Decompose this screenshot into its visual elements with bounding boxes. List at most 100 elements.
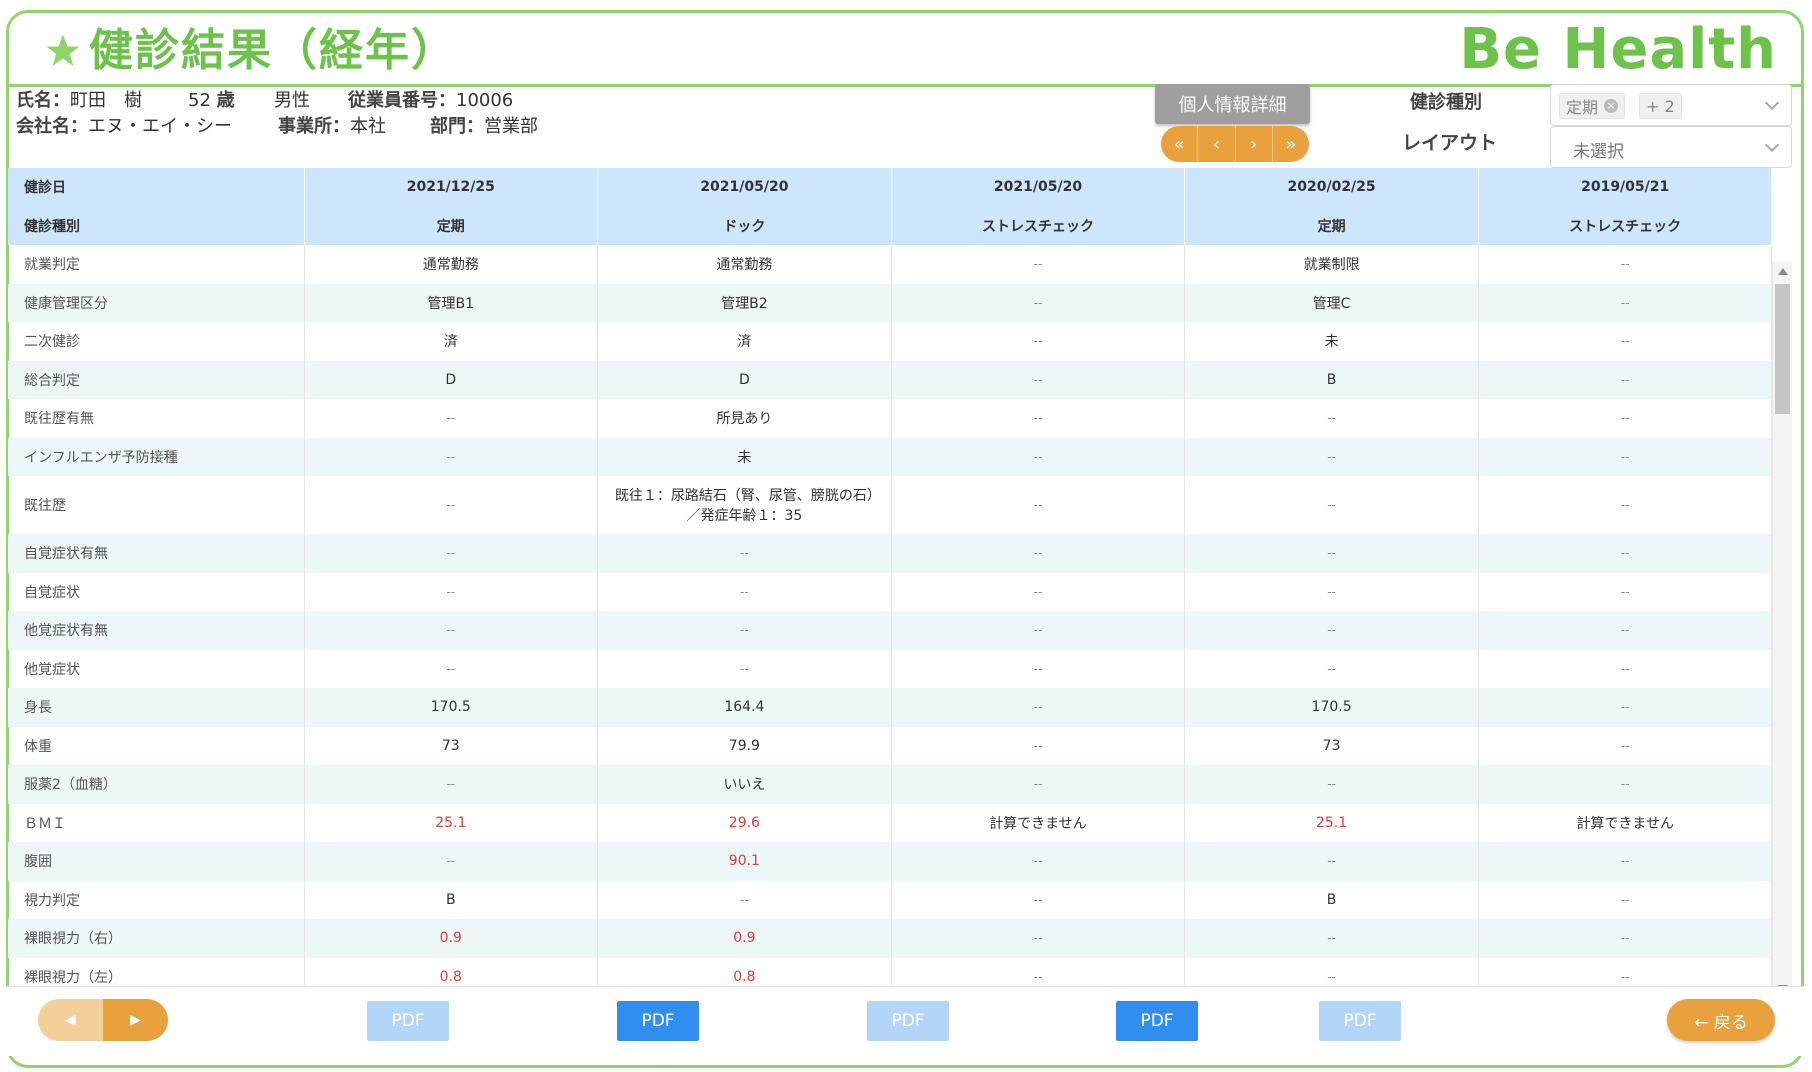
table-cell: 管理B2 — [597, 283, 892, 322]
row-label: インフルエンザ予防接種 — [8, 437, 305, 476]
next-page-button[interactable]: › — [1236, 126, 1273, 162]
checkup-type-select[interactable]: 定期 × + 2 — [1550, 84, 1792, 126]
table-scrollbar[interactable] — [1772, 262, 1792, 998]
prev-arrow-button[interactable]: ◀ — [38, 999, 103, 1041]
table-cell: 25.1 — [304, 803, 599, 842]
row-label: 服薬2（血糖） — [8, 765, 305, 804]
scroll-up-arrow-icon[interactable] — [1778, 268, 1788, 275]
header-cell: 定期 — [304, 206, 599, 245]
header-label: 健診日 — [8, 168, 305, 207]
table-cell: -- — [304, 842, 599, 881]
row-label: 総合判定 — [8, 360, 305, 399]
scroll-thumb[interactable] — [1775, 284, 1790, 414]
row-label: 就業判定 — [8, 245, 305, 284]
table-cell: 未 — [1184, 322, 1479, 361]
table-row: 裸眼視力（左） 0.8 0.8 -- -- -- — [8, 957, 1773, 986]
prev-page-button[interactable]: ‹ — [1198, 126, 1236, 162]
table-row: 体重 73 79.9 -- 73 -- — [8, 726, 1773, 765]
table-cell: -- — [304, 476, 599, 534]
table-cell: 79.9 — [597, 726, 892, 765]
last-page-button[interactable]: » — [1273, 126, 1309, 162]
header-cell: 2019/05/21 — [1478, 168, 1773, 207]
table-cell: B — [304, 880, 599, 919]
table-cell: -- — [1184, 649, 1479, 688]
next-arrow-button[interactable]: ▶ — [103, 999, 168, 1041]
results-table-container[interactable]: 健診日 2021/12/25 2021/05/20 2021/05/20 2020/02… — [8, 168, 1792, 986]
pdf-button[interactable]: PDF — [1116, 1001, 1198, 1041]
table-cell: -- — [597, 649, 892, 688]
row-label: 自覚症状 — [8, 572, 305, 611]
pdf-button[interactable]: PDF — [1319, 1001, 1401, 1041]
table-cell: -- — [1478, 726, 1773, 765]
pdf-button[interactable]: PDF — [617, 1001, 699, 1041]
table-cell: -- — [597, 572, 892, 611]
table-cell: -- — [1184, 842, 1479, 881]
company-field: 会社名：エヌ・エイ・シー — [16, 116, 232, 137]
table-cell: -- — [597, 611, 892, 650]
back-button[interactable]: ← 戻る — [1667, 999, 1775, 1041]
checkup-type-label: 健診種別 — [1410, 92, 1482, 113]
table-row: 健康管理区分 管理B1 管理B2 -- 管理C -- — [8, 283, 1773, 322]
table-cell: 25.1 — [1184, 803, 1479, 842]
table-cell: -- — [891, 611, 1186, 650]
tag-remove-icon[interactable]: × — [1604, 99, 1619, 113]
table-cell: 計算できません — [891, 803, 1186, 842]
table-cell: 計算できません — [1478, 803, 1773, 842]
row-label: ＢＭＩ — [8, 803, 305, 842]
table-cell: -- — [1478, 842, 1773, 881]
table-cell: -- — [304, 649, 599, 688]
table-cell: -- — [891, 399, 1186, 438]
header-cell: 2021/05/20 — [891, 168, 1186, 207]
table-row: ＢＭＩ 25.1 29.6 計算できません 25.1 計算できません — [8, 803, 1773, 842]
table-cell: -- — [1184, 572, 1479, 611]
first-page-button[interactable]: « — [1161, 126, 1199, 162]
table-cell: -- — [891, 476, 1186, 534]
table-row: 裸眼視力（右） 0.9 0.9 -- -- -- — [8, 919, 1773, 958]
table-cell: -- — [1478, 919, 1773, 958]
table-cell: -- — [1478, 688, 1773, 727]
column-pager: « ‹ › » — [1161, 126, 1309, 162]
table-cell: 済 — [597, 322, 892, 361]
page-header: 健診結果（経年） Be Health — [9, 13, 1801, 87]
table-cell: 29.6 — [597, 803, 892, 842]
pdf-button[interactable]: PDF — [367, 1001, 449, 1041]
header-label: 健診種別 — [8, 206, 305, 245]
table-cell: -- — [1478, 399, 1773, 438]
bottom-pager: ◀ ▶ — [38, 999, 168, 1041]
table-cell: 0.9 — [597, 919, 892, 958]
table-cell: -- — [891, 842, 1186, 881]
table-row: 二次健診済済 -- 未 -- — [8, 322, 1773, 361]
table-cell: 0.8 — [304, 957, 599, 986]
header-row: 健診種別 定期 ドック ストレスチェック 定期 ストレスチェック — [8, 206, 1773, 245]
table-row: 自覚症状有無 -- -- -- -- -- — [8, 534, 1773, 573]
behealth-logo: Be Health — [1459, 17, 1777, 82]
table-row: 総合判定 D D -- B -- — [8, 360, 1773, 399]
table-cell: -- — [891, 534, 1186, 573]
table-cell: -- — [1184, 765, 1479, 804]
page-title: 健診結果（経年） — [89, 25, 457, 76]
row-label: 裸眼視力（右） — [8, 919, 305, 958]
table-cell: 170.5 — [304, 688, 599, 727]
header-cell: ストレスチェック — [1478, 206, 1773, 245]
table-cell: 通常勤務 — [304, 245, 599, 284]
table-cell: 73 — [304, 726, 599, 765]
layout-value: 未選択 — [1573, 142, 1624, 162]
header-cell: 2020/02/25 — [1184, 168, 1479, 207]
table-cell: -- — [891, 919, 1186, 958]
table-cell: -- — [1478, 765, 1773, 804]
table-cell: -- — [891, 688, 1186, 727]
layout-select[interactable]: 未選択 — [1550, 126, 1792, 168]
table-cell: いいえ — [597, 765, 892, 804]
row-label: 腹囲 — [8, 842, 305, 881]
table-cell: -- — [891, 726, 1186, 765]
table-cell: -- — [891, 765, 1186, 804]
table-cell: 管理C — [1184, 283, 1479, 322]
empno-field: 従業員番号：10006 — [348, 90, 514, 111]
type-tag[interactable]: 定期 × — [1559, 93, 1626, 119]
personal-detail-button[interactable]: 個人情報詳細 — [1155, 84, 1310, 124]
pdf-button[interactable]: PDF — [867, 1001, 949, 1041]
table-cell: -- — [1478, 534, 1773, 573]
table-cell: -- — [1478, 957, 1773, 986]
table-row: 身長 170.5 164.4 -- 170.5 -- — [8, 688, 1773, 727]
chevron-down-icon — [1764, 95, 1780, 111]
